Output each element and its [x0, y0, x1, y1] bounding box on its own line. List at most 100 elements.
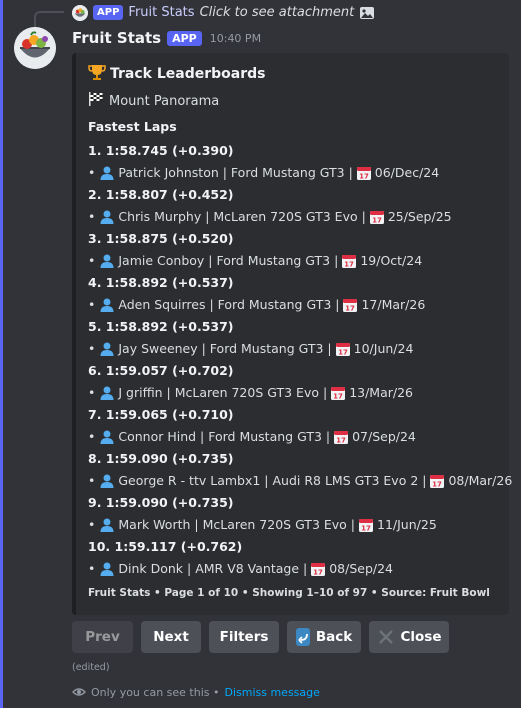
person-silhouette-icon	[99, 561, 115, 577]
lap-time: 6. 1:59.057 (+0.702)	[88, 363, 234, 378]
lap-date: 11/Jun/25	[377, 517, 437, 532]
svg-text:17: 17	[338, 349, 348, 357]
lap-driver-row: • Dink Donk | AMR V8 Vantage | 17 08/Sep/24	[88, 558, 499, 580]
lap-time: 10. 1:59.117 (+0.762)	[88, 539, 243, 554]
bullet: •	[88, 561, 96, 576]
reply-avatar[interactable]	[72, 5, 88, 21]
edited-label: (edited)	[72, 662, 110, 673]
person-silhouette-icon	[99, 341, 115, 357]
bullet: •	[88, 517, 96, 532]
image-icon	[359, 6, 375, 20]
reply-attachment-text[interactable]: Click to see attachment	[200, 5, 355, 20]
bullet: •	[88, 209, 96, 224]
calendar-icon: 17	[310, 561, 326, 577]
calendar-icon: 17	[369, 209, 385, 225]
lap-time: 9. 1:59.090 (+0.735)	[88, 495, 234, 510]
lap-driver-text: Aden Squirres | Ford Mustang GT3 |	[118, 297, 340, 312]
lap-time: 4. 1:58.892 (+0.537)	[88, 275, 234, 290]
bullet: •	[88, 165, 96, 180]
lap-driver-row: • Aden Squirres | Ford Mustang GT3 | 17 17/…	[88, 294, 499, 316]
prev-label: Prev	[85, 629, 120, 645]
lap-driver-row: • Jamie Conboy | Ford Mustang GT3 | 17 19/O…	[88, 250, 499, 272]
lap-driver-row: • Jay Sweeney | Ford Mustang GT3 | 17 10/Ju…	[88, 338, 499, 360]
svg-text:17: 17	[359, 173, 369, 181]
message-timestamp[interactable]: 10:40 PM	[210, 32, 261, 45]
lap-time: 5. 1:58.892 (+0.537)	[88, 319, 234, 334]
svg-text:17: 17	[313, 569, 323, 577]
calendar-icon: 17	[330, 385, 346, 401]
lap-driver-text: Chris Murphy | McLaren 720S GT3 Evo |	[118, 209, 366, 224]
person-silhouette-icon	[99, 209, 115, 225]
lap-time: 7. 1:59.065 (+0.710)	[88, 407, 234, 422]
lap-driver-row: • George R - ttv Lambx1 | Audi R8 LMS GT3…	[88, 470, 512, 492]
field-name: Fastest Laps	[88, 119, 177, 134]
back-arrow-icon	[295, 628, 310, 646]
filters-button[interactable]: Filters	[209, 621, 279, 653]
prev-button[interactable]: Prev	[72, 621, 133, 653]
author-avatar[interactable]	[14, 27, 56, 69]
svg-text:17: 17	[344, 261, 354, 269]
next-button[interactable]: Next	[141, 621, 201, 653]
ephemeral-text: Only you can see this •	[91, 685, 220, 699]
person-silhouette-icon	[99, 473, 115, 489]
calendar-icon: 17	[429, 473, 445, 489]
lap-driver-row: • Patrick Johnston | Ford Mustang GT3 | 17…	[88, 162, 499, 184]
bullet: •	[88, 429, 96, 444]
lap-driver-row: • Connor Hind | Ford Mustang GT3 | 17 07/Se…	[88, 426, 499, 448]
bullet: •	[88, 473, 96, 488]
ephemeral-notice: Only you can see this • Dismiss message	[72, 685, 320, 699]
lap-date: 06/Dec/24	[374, 165, 440, 180]
lap-list: 1. 1:58.745 (+0.390) • Patrick Johnston | …	[88, 140, 512, 580]
lap-driver-text: George R - ttv Lambx1 | Audi R8 LMS GT3 …	[118, 473, 427, 488]
calendar-icon: 17	[335, 341, 351, 357]
lap-driver-row: • Chris Murphy | McLaren 720S GT3 Evo | 17…	[88, 206, 499, 228]
lap-time: 1. 1:58.745 (+0.390)	[88, 143, 234, 158]
svg-text:17: 17	[346, 305, 356, 313]
person-silhouette-icon	[99, 429, 115, 445]
highlight-accent-bar	[0, 0, 3, 708]
lap-time: 3. 1:58.875 (+0.520)	[88, 231, 234, 246]
lap-driver-text: Jay Sweeney | Ford Mustang GT3 |	[118, 341, 332, 356]
close-label: Close	[400, 629, 442, 645]
svg-text:17: 17	[372, 217, 382, 225]
back-button[interactable]: Back	[287, 621, 361, 653]
bullet: •	[88, 385, 96, 400]
calendar-icon: 17	[356, 165, 372, 181]
back-label: Back	[315, 629, 353, 645]
close-x-icon	[377, 628, 395, 646]
calendar-icon: 17	[342, 297, 358, 313]
lap-date: 25/Sep/25	[387, 209, 452, 224]
calendar-icon: 17	[333, 429, 349, 445]
bullet: •	[88, 253, 96, 268]
person-silhouette-icon	[99, 297, 115, 313]
lap-date: 08/Sep/24	[329, 561, 394, 576]
lap-time: 2. 1:58.807 (+0.452)	[88, 187, 234, 202]
embed-title: Track Leaderboards	[110, 66, 266, 82]
svg-text:17: 17	[433, 481, 443, 489]
bullet: •	[88, 297, 96, 312]
message-header: Fruit Stats APP 10:40 PM	[72, 29, 261, 47]
embed-footer: Fruit Stats • Page 1 of 10 • Showing 1–1…	[88, 587, 490, 599]
person-silhouette-icon	[99, 385, 115, 401]
lap-date: 10/Jun/24	[353, 341, 414, 356]
eye-icon	[72, 685, 86, 699]
trophy-icon	[88, 63, 106, 85]
dismiss-message-link[interactable]: Dismiss message	[224, 686, 319, 699]
lap-driver-row: • J griffin | McLaren 720S GT3 Evo | 17 13/…	[88, 382, 499, 404]
reply-author[interactable]: Fruit Stats	[128, 5, 194, 20]
action-row: Prev Next Filters Back Close	[72, 621, 449, 653]
reply-preview[interactable]: APP Fruit Stats Click to see attachment	[93, 5, 375, 20]
lap-date: 17/Mar/26	[361, 297, 426, 312]
lap-date: 13/Mar/26	[349, 385, 414, 400]
embed-title-row: Track Leaderboards	[88, 63, 499, 85]
calendar-icon: 17	[358, 517, 374, 533]
app-badge: APP	[167, 30, 202, 46]
bullet: •	[88, 341, 96, 356]
close-button[interactable]: Close	[369, 621, 449, 653]
lap-driver-text: Dink Donk | AMR V8 Vantage |	[118, 561, 308, 576]
lap-driver-text: Mark Worth | McLaren 720S GT3 Evo |	[118, 517, 355, 532]
track-name: Mount Panorama	[109, 93, 220, 109]
lap-date: 19/Oct/24	[360, 253, 423, 268]
author-name[interactable]: Fruit Stats	[72, 29, 161, 47]
calendar-icon: 17	[341, 253, 357, 269]
